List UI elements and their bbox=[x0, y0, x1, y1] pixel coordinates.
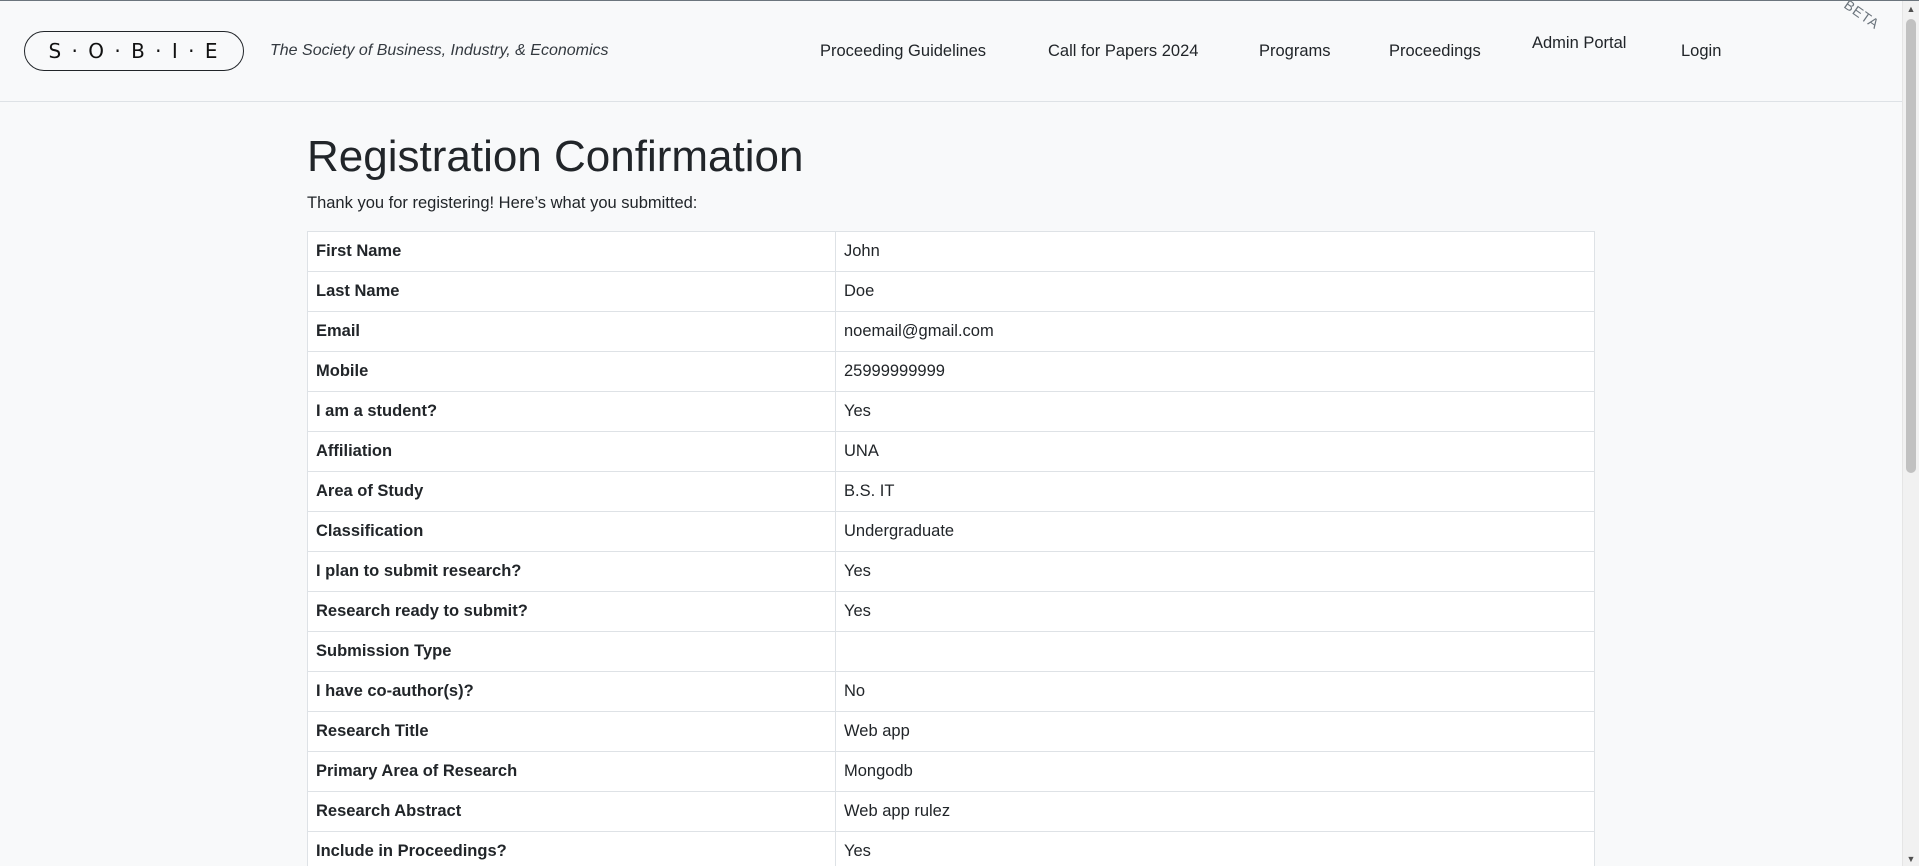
row-value: Yes bbox=[835, 390, 1595, 432]
nav-admin-portal[interactable]: Admin Portal bbox=[1532, 34, 1626, 53]
table-row: First Name John bbox=[307, 230, 1595, 272]
vertical-scrollbar[interactable]: ▲ ▼ bbox=[1902, 1, 1919, 866]
table-row: Research ready to submit? Yes bbox=[307, 590, 1595, 632]
row-value: Web app rulez bbox=[835, 790, 1595, 832]
page-title: Registration Confirmation bbox=[307, 132, 804, 181]
row-label: Last Name bbox=[307, 270, 836, 312]
row-value: UNA bbox=[835, 430, 1595, 472]
row-value: No bbox=[835, 670, 1595, 712]
table-row: Submission Type bbox=[307, 630, 1595, 672]
row-value: noemail@gmail.com bbox=[835, 310, 1595, 352]
table-row: Mobile 25999999999 bbox=[307, 350, 1595, 392]
table-row: Area of Study B.S. IT bbox=[307, 470, 1595, 512]
table-row: I have co-author(s)? No bbox=[307, 670, 1595, 712]
row-value: Yes bbox=[835, 550, 1595, 592]
row-value bbox=[835, 630, 1595, 672]
main-content: Registration Confirmation Thank you for … bbox=[307, 101, 1595, 866]
row-label: Submission Type bbox=[307, 630, 836, 672]
chevron-down-icon[interactable]: ▼ bbox=[1903, 851, 1919, 866]
chevron-up-icon[interactable]: ▲ bbox=[1903, 1, 1919, 17]
nav-login[interactable]: Login bbox=[1681, 42, 1721, 61]
row-label: Research ready to submit? bbox=[307, 590, 836, 632]
row-label: Area of Study bbox=[307, 470, 836, 512]
site-tagline: The Society of Business, Industry, & Eco… bbox=[270, 42, 609, 59]
row-label: I am a student? bbox=[307, 390, 836, 432]
row-value: Undergraduate bbox=[835, 510, 1595, 552]
row-value: Mongodb bbox=[835, 750, 1595, 792]
table-row: Classification Undergraduate bbox=[307, 510, 1595, 552]
nav-programs[interactable]: Programs bbox=[1259, 42, 1331, 61]
table-row: Include in Proceedings? Yes bbox=[307, 830, 1595, 866]
table-row: I am a student? Yes bbox=[307, 390, 1595, 432]
table-row: I plan to submit research? Yes bbox=[307, 550, 1595, 592]
page-subtitle: Thank you for registering! Here’s what y… bbox=[307, 193, 698, 212]
row-label: Email bbox=[307, 310, 836, 352]
row-label: Primary Area of Research bbox=[307, 750, 836, 792]
row-label: Affiliation bbox=[307, 430, 836, 472]
table-row: Email noemail@gmail.com bbox=[307, 310, 1595, 352]
registration-table: First Name John Last Name Doe Email noem… bbox=[307, 230, 1595, 866]
row-value: Doe bbox=[835, 270, 1595, 312]
table-row: Research Title Web app bbox=[307, 710, 1595, 752]
row-value: 25999999999 bbox=[835, 350, 1595, 392]
nav-proceedings[interactable]: Proceedings bbox=[1389, 42, 1481, 61]
row-value: Yes bbox=[835, 830, 1595, 866]
table-row: Primary Area of Research Mongodb bbox=[307, 750, 1595, 792]
row-label: Research Title bbox=[307, 710, 836, 752]
row-label: Mobile bbox=[307, 350, 836, 392]
row-value: Yes bbox=[835, 590, 1595, 632]
row-label: I have co-author(s)? bbox=[307, 670, 836, 712]
table-row: Affiliation UNA bbox=[307, 430, 1595, 472]
row-label: First Name bbox=[307, 230, 836, 272]
row-value: B.S. IT bbox=[835, 470, 1595, 512]
row-label: Research Abstract bbox=[307, 790, 836, 832]
row-label: I plan to submit research? bbox=[307, 550, 836, 592]
table-row: Last Name Doe bbox=[307, 270, 1595, 312]
row-label: Include in Proceedings? bbox=[307, 830, 836, 866]
nav-call-for-papers[interactable]: Call for Papers 2024 bbox=[1048, 42, 1198, 61]
row-label: Classification bbox=[307, 510, 836, 552]
page: S · O · B · I · E The Society of Busines… bbox=[0, 0, 1919, 866]
row-value: John bbox=[835, 230, 1595, 272]
sobie-logo[interactable]: S · O · B · I · E bbox=[24, 31, 244, 71]
nav-proceeding-guidelines[interactable]: Proceeding Guidelines bbox=[820, 42, 986, 61]
table-row: Research Abstract Web app rulez bbox=[307, 790, 1595, 832]
beta-ribbon: BETA bbox=[1841, 0, 1883, 33]
row-value: Web app bbox=[835, 710, 1595, 752]
scrollbar-thumb[interactable] bbox=[1906, 19, 1916, 473]
site-header: S · O · B · I · E The Society of Busines… bbox=[0, 1, 1902, 102]
